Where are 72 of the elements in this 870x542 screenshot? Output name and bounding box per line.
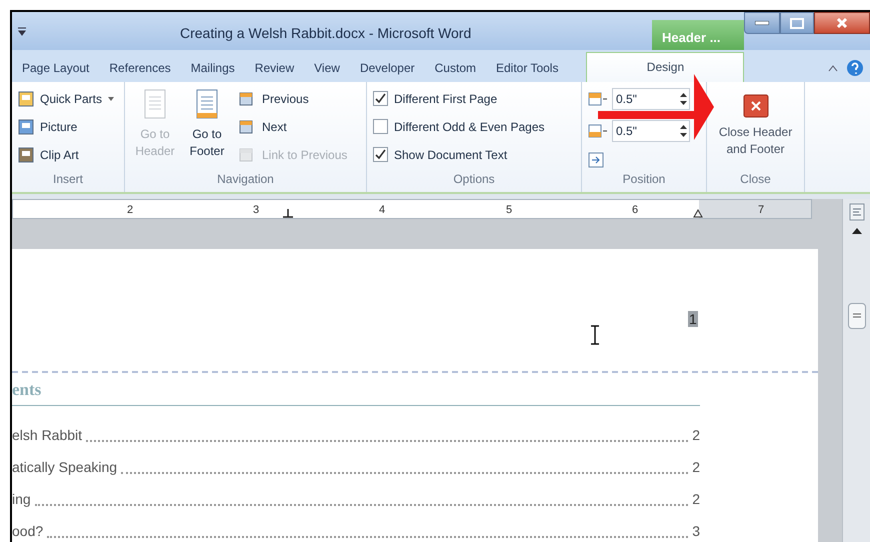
spin-field[interactable]: 0.5": [612, 88, 690, 110]
scroll-thumb[interactable]: [848, 303, 866, 330]
ribbon-button[interactable]: Previous: [239, 88, 348, 110]
ribbon-tab[interactable]: Review: [244, 54, 304, 82]
document-parts-icon: [18, 90, 34, 107]
maximize-icon: [790, 18, 804, 28]
ribbon-tab[interactable]: References: [99, 54, 181, 82]
ribbon-button[interactable]: Quick Parts: [18, 88, 114, 110]
ribbon-tab[interactable]: Page Layout: [12, 54, 100, 82]
ruler-toggle-icon[interactable]: [848, 203, 864, 222]
ribbon-button[interactable]: Picture: [18, 116, 114, 138]
ribbon-tab[interactable]: Design: [586, 52, 744, 82]
ruler-number: 6: [632, 203, 638, 218]
toc-page-number: 3: [692, 522, 700, 541]
toc-page-number: 2: [692, 490, 700, 509]
toc-entry[interactable]: ood?: [12, 520, 44, 542]
tab-stop-icon[interactable]: [283, 209, 293, 218]
checkbox-label: Different Odd & Even Pages: [394, 118, 545, 136]
ribbon-button[interactable]: Go to Footer: [183, 88, 231, 170]
toc-page-number: 2: [692, 458, 700, 477]
ribbon-tab[interactable]: Developer: [350, 54, 425, 82]
ruler-number: 5: [506, 203, 512, 218]
toc-entry[interactable]: elsh Rabbit: [12, 424, 82, 446]
group-label: Close: [739, 170, 772, 188]
close-icon: [742, 94, 768, 118]
ribbon-button[interactable]: Next: [239, 116, 348, 138]
toc-entry[interactable]: atically Speaking: [12, 456, 118, 478]
checkbox[interactable]: [373, 119, 388, 134]
help-icon[interactable]: [846, 58, 864, 77]
scroll-up-icon[interactable]: [852, 227, 862, 236]
maximize-button[interactable]: [780, 12, 814, 34]
text-cursor-icon: [590, 325, 600, 346]
checkbox[interactable]: [373, 147, 388, 162]
close-button[interactable]: [814, 12, 870, 34]
ruler-number: 3: [253, 203, 260, 218]
toc-heading: ents: [12, 377, 700, 406]
close-header-footer-button[interactable]: Close Header and Footer: [716, 88, 796, 170]
clip-art-icon: [18, 146, 34, 163]
window-title: Creating a Welsh Rabbit.docx - Microsoft Word: [180, 24, 472, 43]
header-position-icon: [588, 92, 608, 106]
image-icon: [18, 118, 34, 135]
spin-arrows-icon[interactable]: [680, 92, 687, 106]
ribbon-tab[interactable]: Mailings: [180, 54, 245, 82]
contextual-tab-label: Header ...: [652, 20, 744, 50]
ruler-number: 7: [758, 203, 764, 218]
close-icon: [836, 17, 848, 29]
checkbox-label: Show Document Text: [394, 146, 508, 164]
minimize-icon: [755, 21, 769, 25]
minimize-ribbon-icon[interactable]: [828, 64, 838, 72]
checkbox-label: Different First Page: [394, 90, 498, 108]
footer-position-icon: [588, 124, 608, 138]
group-label: Options: [452, 170, 496, 188]
toc-entry[interactable]: ing: [12, 488, 31, 510]
page-icon: [194, 88, 220, 120]
ribbon-tab[interactable]: Editor Tools: [486, 54, 568, 82]
insert-alignment-tab-icon[interactable]: [588, 152, 604, 168]
group-label: Insert: [52, 170, 84, 188]
page-icon: [142, 88, 168, 120]
ribbon-tab[interactable]: View: [304, 54, 350, 82]
page-number: 1: [688, 311, 698, 328]
customize-quick-access-icon[interactable]: [16, 26, 28, 36]
group-label: Position: [622, 170, 666, 188]
checkbox[interactable]: [373, 91, 388, 106]
spin-field[interactable]: 0.5": [612, 120, 690, 142]
ribbon-tab[interactable]: Custom: [424, 54, 486, 82]
ruler-number: 2: [127, 203, 134, 218]
ribbon-button[interactable]: Clip Art: [18, 144, 114, 166]
minimize-button[interactable]: [744, 12, 780, 34]
toc-page-number: 2: [692, 426, 700, 445]
ruler-number: 4: [379, 203, 386, 218]
group-label: Navigation: [216, 170, 275, 188]
spin-arrows-icon[interactable]: [680, 124, 687, 138]
